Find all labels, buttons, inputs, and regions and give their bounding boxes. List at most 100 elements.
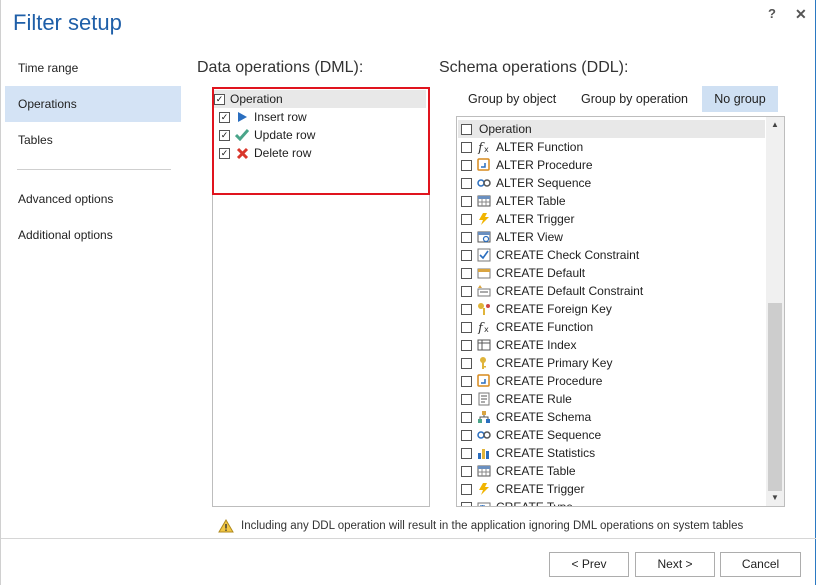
ddl-item-label: CREATE Index bbox=[496, 338, 577, 352]
ddl-item-create-statistics[interactable]: CREATE Statistics bbox=[461, 444, 595, 462]
ddl-item-create-table[interactable]: CREATE Table bbox=[461, 462, 576, 480]
scroll-up-arrow-icon[interactable]: ▲ bbox=[766, 117, 784, 133]
ddl-grouping-tabs: Group by object Group by operation No gr… bbox=[456, 86, 785, 112]
ddl-header-checkbox[interactable] bbox=[461, 123, 472, 135]
ddl-item-checkbox[interactable] bbox=[461, 249, 472, 261]
ddl-item-label: CREATE Primary Key bbox=[496, 356, 613, 370]
ddl-item-checkbox[interactable] bbox=[461, 483, 472, 495]
ddl-header-row[interactable]: Operation bbox=[458, 120, 765, 138]
ddl-header-label: Operation bbox=[479, 122, 532, 136]
sidebar-item-additional-options[interactable]: Additional options bbox=[5, 217, 181, 253]
rule-icon bbox=[477, 392, 491, 406]
ddl-item-checkbox[interactable] bbox=[461, 195, 472, 207]
ddl-item-checkbox[interactable] bbox=[461, 357, 472, 369]
tab-group-by-object[interactable]: Group by object bbox=[458, 86, 566, 112]
ddl-item-checkbox[interactable] bbox=[461, 267, 472, 279]
ddl-item-checkbox[interactable] bbox=[461, 285, 472, 297]
ddl-section-title: Schema operations (DDL): bbox=[439, 59, 629, 76]
ddl-item-checkbox[interactable] bbox=[461, 231, 472, 243]
ddl-item-label: CREATE Function bbox=[496, 320, 594, 334]
ddl-item-create-check-constraint[interactable]: CREATE Check Constraint bbox=[461, 246, 639, 264]
dialog-title: Filter setup bbox=[13, 10, 122, 35]
ddl-item-checkbox[interactable] bbox=[461, 393, 472, 405]
ddl-item-checkbox[interactable] bbox=[461, 501, 472, 506]
ddl-item-checkbox[interactable] bbox=[461, 465, 472, 477]
ddl-item-checkbox[interactable] bbox=[461, 429, 472, 441]
sequence-icon bbox=[477, 428, 491, 442]
ddl-item-label: ALTER Table bbox=[496, 194, 566, 208]
trigger-icon bbox=[477, 212, 491, 226]
sequence-icon bbox=[477, 176, 491, 190]
foreign-key-icon bbox=[477, 302, 491, 316]
ddl-item-alter-trigger[interactable]: ALTER Trigger bbox=[461, 210, 574, 228]
ddl-item-checkbox[interactable] bbox=[461, 177, 472, 189]
ddl-item-checkbox[interactable] bbox=[461, 303, 472, 315]
dialog-window: Filter setup ? ✕ Time range Operations T… bbox=[0, 0, 816, 585]
ddl-item-label: CREATE Check Constraint bbox=[496, 248, 640, 262]
cancel-button[interactable]: Cancel bbox=[720, 552, 801, 577]
sidebar-item-operations[interactable]: Operations bbox=[5, 86, 181, 122]
ddl-item-create-primary-key[interactable]: CREATE Primary Key bbox=[461, 354, 612, 372]
ddl-item-create-rule[interactable]: CREATE Rule bbox=[461, 390, 572, 408]
ddl-item-label: ALTER Sequence bbox=[496, 176, 592, 190]
ddl-item-create-foreign-key[interactable]: CREATE Foreign Key bbox=[461, 300, 612, 318]
next-button[interactable]: Next > bbox=[635, 552, 715, 577]
sidebar-item-time-range[interactable]: Time range bbox=[5, 50, 181, 86]
ddl-item-checkbox[interactable] bbox=[461, 447, 472, 459]
close-button[interactable]: ✕ bbox=[795, 6, 807, 23]
statistics-icon bbox=[477, 446, 491, 460]
sidebar-divider bbox=[17, 169, 171, 170]
ddl-item-label: CREATE Sequence bbox=[496, 428, 602, 442]
table-icon bbox=[477, 194, 491, 208]
ddl-item-checkbox[interactable] bbox=[461, 213, 472, 225]
ddl-item-alter-procedure[interactable]: ALTER Procedure bbox=[461, 156, 593, 174]
ddl-item-label: CREATE Trigger bbox=[496, 482, 585, 496]
ddl-item-label: CREATE Foreign Key bbox=[496, 302, 612, 316]
ddl-item-alter-table[interactable]: ALTER Table bbox=[461, 192, 566, 210]
ddl-item-checkbox[interactable] bbox=[461, 411, 472, 423]
prev-button[interactable]: < Prev bbox=[549, 552, 629, 577]
sidebar-item-tables[interactable]: Tables bbox=[5, 122, 181, 158]
sidebar-item-advanced-options[interactable]: Advanced options bbox=[5, 181, 181, 217]
table-icon bbox=[477, 464, 491, 478]
ddl-item-create-trigger[interactable]: CREATE Trigger bbox=[461, 480, 584, 498]
ddl-operations-list: Operation f x ALTER Function ALTER Procedur… bbox=[456, 116, 785, 507]
ddl-item-create-function[interactable]: f x CREATE Function bbox=[461, 318, 593, 336]
tab-no-group[interactable]: No group bbox=[702, 86, 778, 112]
ddl-item-label: CREATE Default Constraint bbox=[496, 284, 644, 298]
ddl-item-checkbox[interactable] bbox=[461, 141, 472, 153]
procedure-icon bbox=[477, 374, 491, 388]
check-constraint-icon bbox=[477, 248, 491, 262]
ddl-item-create-schema[interactable]: CREATE Schema bbox=[461, 408, 591, 426]
highlight-box bbox=[212, 87, 430, 195]
ddl-item-label: CREATE Statistics bbox=[496, 446, 596, 460]
ddl-scrollbar[interactable]: ▲ ▼ bbox=[766, 117, 784, 506]
procedure-icon bbox=[477, 158, 491, 172]
index-icon bbox=[477, 338, 491, 352]
footer-divider bbox=[1, 538, 816, 539]
default-constraint-icon bbox=[477, 284, 491, 298]
help-button[interactable]: ? bbox=[768, 6, 776, 21]
dml-section-title: Data operations (DML): bbox=[197, 59, 364, 76]
scroll-down-arrow-icon[interactable]: ▼ bbox=[766, 490, 784, 506]
ddl-item-checkbox[interactable] bbox=[461, 159, 472, 171]
ddl-item-create-default-constraint[interactable]: CREATE Default Constraint bbox=[461, 282, 643, 300]
warning-text: Including any DDL operation will result … bbox=[241, 520, 744, 532]
ddl-item-checkbox[interactable] bbox=[461, 375, 472, 387]
ddl-item-checkbox[interactable] bbox=[461, 339, 472, 351]
ddl-item-create-procedure[interactable]: CREATE Procedure bbox=[461, 372, 602, 390]
ddl-item-alter-function[interactable]: f x ALTER Function bbox=[461, 138, 583, 156]
ddl-item-create-sequence[interactable]: CREATE Sequence bbox=[461, 426, 601, 444]
ddl-item-create-default[interactable]: CREATE Default bbox=[461, 264, 585, 282]
scrollbar-thumb[interactable] bbox=[768, 303, 782, 491]
ddl-item-alter-sequence[interactable]: ALTER Sequence bbox=[461, 174, 591, 192]
tab-group-by-operation[interactable]: Group by operation bbox=[571, 86, 698, 112]
ddl-item-checkbox[interactable] bbox=[461, 321, 472, 333]
ddl-item-alter-view[interactable]: ALTER View bbox=[461, 228, 563, 246]
ddl-item-label: CREATE Table bbox=[496, 464, 576, 478]
ddl-warning: Including any DDL operation will result … bbox=[218, 519, 743, 533]
ddl-item-create-index[interactable]: CREATE Index bbox=[461, 336, 576, 354]
svg-text:x: x bbox=[484, 325, 489, 334]
ddl-item-label: CREATE Procedure bbox=[496, 374, 603, 388]
ddl-item-create-type[interactable]: T CREATE Type bbox=[461, 498, 573, 506]
